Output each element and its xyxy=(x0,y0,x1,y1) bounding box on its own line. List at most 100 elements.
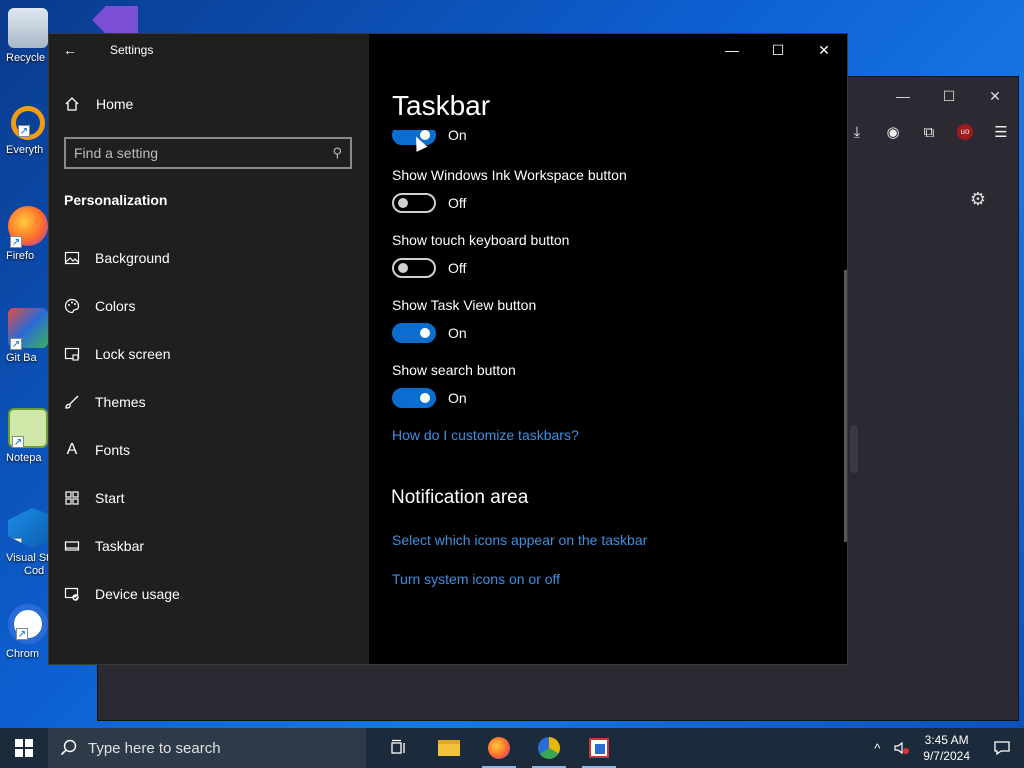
volume-muted-icon[interactable] xyxy=(889,728,913,768)
setting-task-view: Show Task View button On xyxy=(392,297,536,343)
toggle-state: On xyxy=(448,325,467,341)
search-button-toggle[interactable] xyxy=(392,388,436,408)
taskbar-icon xyxy=(63,537,81,555)
setting-search-button: Show search button On xyxy=(392,362,516,408)
task-view-button[interactable] xyxy=(374,728,424,768)
notepad-icon: ↗ xyxy=(8,408,48,448)
close-icon[interactable]: ✕ xyxy=(801,34,847,66)
browser-titlebar: — ☐ ✕ xyxy=(818,77,1018,115)
menu-icon[interactable]: ☰ xyxy=(992,123,1010,141)
sidebar-item-label: Themes xyxy=(95,394,146,410)
recycle-bin-icon xyxy=(8,8,48,48)
close-icon[interactable]: ✕ xyxy=(972,77,1018,115)
notification-icon xyxy=(994,741,1010,756)
app-icon xyxy=(538,737,560,759)
setting-scrolled-toggle: On xyxy=(392,130,467,152)
shortcut-arrow-icon: ↗ xyxy=(10,338,22,350)
customize-taskbars-link[interactable]: How do I customize taskbars? xyxy=(392,427,579,443)
select-icons-link[interactable]: Select which icons appear on the taskbar xyxy=(392,532,647,548)
picture-icon xyxy=(63,249,81,267)
sidebar-item-start[interactable]: Start xyxy=(63,474,353,522)
toggle-knob xyxy=(420,393,430,403)
ink-workspace-toggle[interactable] xyxy=(392,193,436,213)
sidebar-item-label: Lock screen xyxy=(95,346,171,362)
settings-content: — ☐ ✕ Taskbar On Show Windows Ink Worksp… xyxy=(369,34,847,664)
taskbar-firefox[interactable] xyxy=(474,728,524,768)
magnifier-icon: ↗ xyxy=(11,106,45,140)
start-grid-icon xyxy=(63,489,81,507)
sidebar-item-colors[interactable]: Colors xyxy=(63,282,353,330)
toggle-knob xyxy=(398,198,408,208)
visual-studio-icon xyxy=(92,6,138,34)
system-tray: ^ 3:45 AM 9/7/2024 xyxy=(865,728,1024,768)
clock-time: 3:45 AM xyxy=(924,733,969,747)
task-view-toggle[interactable] xyxy=(392,323,436,343)
setting-ink-workspace: Show Windows Ink Workspace button Off xyxy=(392,167,627,213)
clock-date: 9/7/2024 xyxy=(923,749,970,763)
sidebar-item-taskbar[interactable]: Taskbar xyxy=(63,522,353,570)
gear-icon[interactable]: ⚙ xyxy=(970,189,986,210)
shortcut-arrow-icon: ↗ xyxy=(10,538,22,550)
content-scrollbar[interactable] xyxy=(844,270,847,542)
settings-window: ← Settings Home ⚲ Personalization Backgr… xyxy=(48,33,848,665)
start-button[interactable] xyxy=(0,728,48,768)
download-icon[interactable]: ⤓ xyxy=(848,123,866,141)
taskbar-search-placeholder: Type here to search xyxy=(88,739,221,757)
toggle-knob xyxy=(420,328,430,338)
settings-sidebar: ← Settings Home ⚲ Personalization Backgr… xyxy=(49,34,369,664)
brush-icon xyxy=(63,393,81,411)
setting-touch-keyboard: Show touch keyboard button Off xyxy=(392,232,569,278)
account-icon[interactable]: ◉ xyxy=(884,123,902,141)
system-icons-link[interactable]: Turn system icons on or off xyxy=(392,571,560,587)
scrollbar[interactable] xyxy=(850,425,858,473)
search-icon[interactable]: ⚲ xyxy=(332,145,342,161)
find-setting-search[interactable]: ⚲ xyxy=(64,137,352,169)
setting-label: Show Windows Ink Workspace button xyxy=(392,167,627,183)
font-icon: A xyxy=(66,441,78,458)
search-input[interactable] xyxy=(74,145,333,161)
lock-screen-icon xyxy=(63,345,81,363)
folder-icon xyxy=(438,740,460,756)
sidebar-item-lock-screen[interactable]: Lock screen xyxy=(63,330,353,378)
taskbar-settings-app[interactable] xyxy=(574,728,624,768)
clock[interactable]: 3:45 AM 9/7/2024 xyxy=(913,732,980,764)
notification-center-button[interactable] xyxy=(980,728,1024,768)
shortcut-arrow-icon: ↗ xyxy=(10,236,22,248)
taskbar: Type here to search ^ 3:45 AM 9/7/2024 xyxy=(0,728,1024,768)
sidebar-item-label: Background xyxy=(95,250,170,266)
maximize-icon[interactable]: ☐ xyxy=(755,34,801,66)
extensions-icon[interactable]: ⧉ xyxy=(920,123,938,141)
sidebar-item-background[interactable]: Background xyxy=(63,234,353,282)
sidebar-item-fonts[interactable]: A Fonts xyxy=(63,426,353,474)
taskbar-chrome-app[interactable] xyxy=(524,728,574,768)
setting-label: Show search button xyxy=(392,362,516,378)
setting-label: Show Task View button xyxy=(392,297,537,313)
desktop-icon-visual-studio[interactable] xyxy=(92,6,140,34)
search-icon xyxy=(60,739,77,756)
ublock-icon[interactable]: uo xyxy=(956,123,974,141)
palette-icon xyxy=(63,297,81,315)
minimize-icon[interactable]: — xyxy=(709,34,755,66)
toggle-state: Off xyxy=(448,195,467,211)
taskbar-search-box[interactable]: Type here to search xyxy=(48,728,366,768)
home-icon xyxy=(65,97,79,111)
sidebar-item-device-usage[interactable]: Device usage xyxy=(63,570,353,618)
home-nav-item[interactable]: Home xyxy=(64,96,133,112)
window-title: Settings xyxy=(110,43,154,57)
sidebar-item-label: Start xyxy=(95,490,125,506)
toggle-knob xyxy=(398,263,408,273)
maximize-icon[interactable]: ☐ xyxy=(926,77,972,115)
page-title: Taskbar xyxy=(392,90,491,121)
taskbar-file-explorer[interactable] xyxy=(424,728,474,768)
shortcut-arrow-icon: ↗ xyxy=(18,125,30,137)
personalization-nav: Background Colors Lock screen Themes A F… xyxy=(63,234,353,618)
firefox-icon xyxy=(488,737,510,759)
minimize-icon[interactable]: — xyxy=(880,77,926,115)
touch-keyboard-toggle[interactable] xyxy=(392,258,436,278)
chevron-up-icon[interactable]: ^ xyxy=(865,728,889,768)
sidebar-item-themes[interactable]: Themes xyxy=(63,378,353,426)
firefox-icon: ↗ xyxy=(8,206,48,248)
back-arrow-icon[interactable]: ← xyxy=(63,42,81,60)
settings-app-icon xyxy=(589,738,609,758)
notification-area-heading: Notification area xyxy=(391,487,529,508)
